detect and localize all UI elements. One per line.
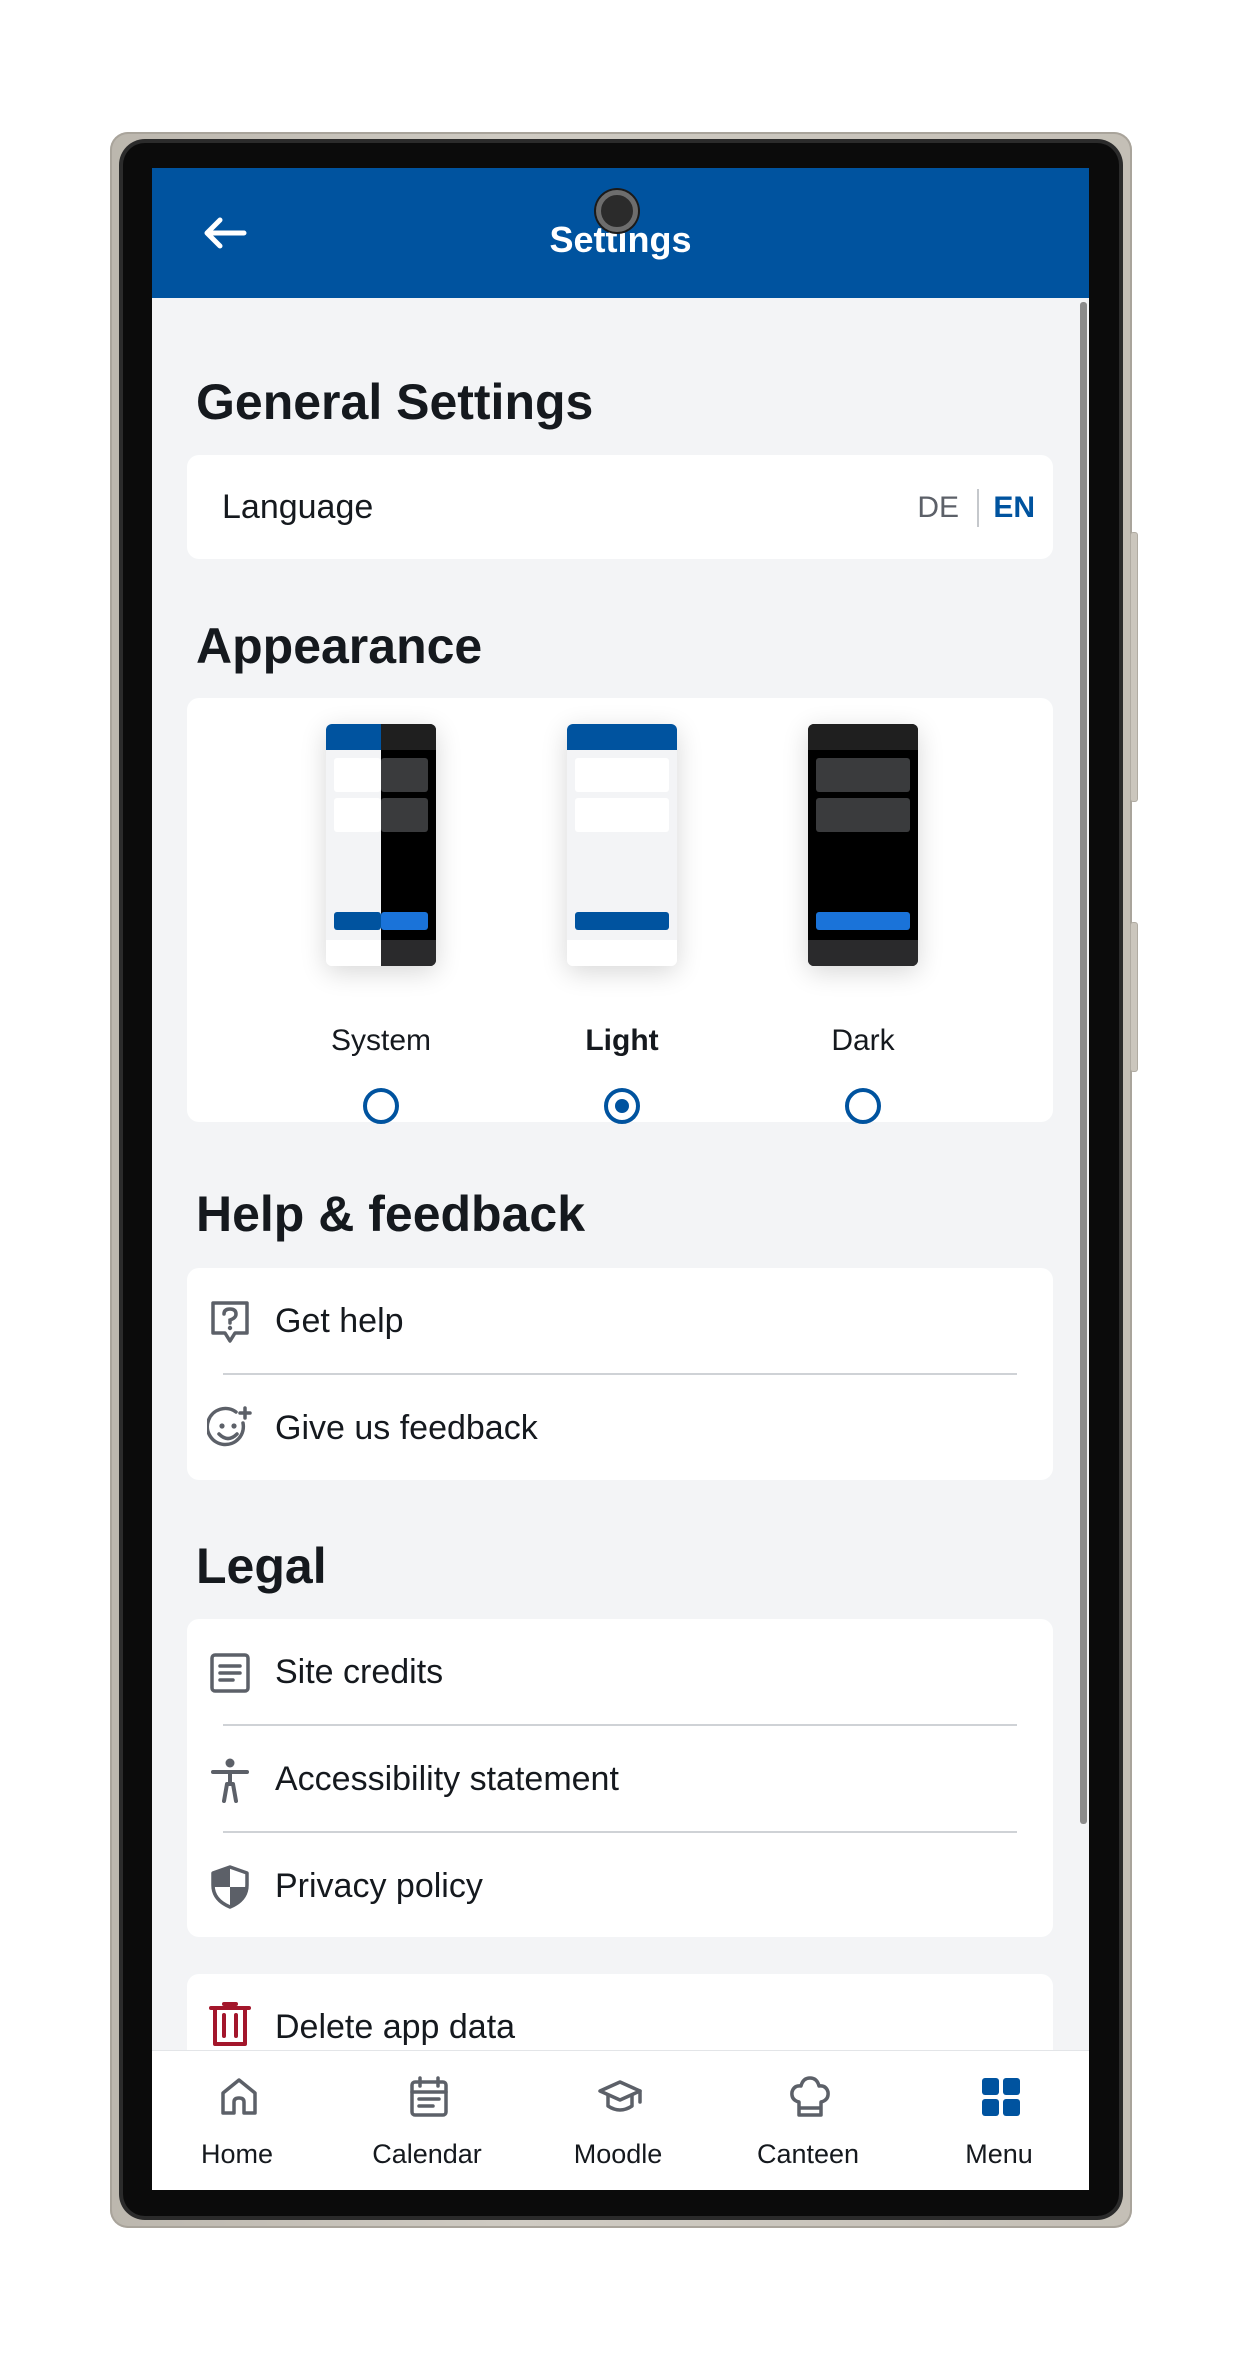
graduation-cap-icon	[598, 2080, 642, 2112]
nav-menu-label: Menu	[965, 2139, 1033, 2169]
help-heading: Help & feedback	[196, 1186, 586, 1242]
nav-canteen[interactable]: Canteen	[723, 2051, 893, 2190]
nav-calendar[interactable]: Calendar	[342, 2051, 512, 2190]
theme-radio-light[interactable]	[604, 1088, 640, 1124]
nav-moodle-label: Moodle	[573, 2139, 663, 2169]
light-theme-preview	[567, 724, 677, 966]
theme-radio-system[interactable]	[363, 1088, 399, 1124]
site-credits-label: Site credits	[275, 1653, 444, 1691]
delete-app-data-label: Delete app data	[275, 2008, 516, 2046]
theme-label-light: Light	[585, 1024, 659, 1057]
nav-menu[interactable]: Menu	[914, 2051, 1084, 2190]
language-option-en[interactable]: EN	[993, 488, 1035, 528]
nav-moodle[interactable]: Moodle	[533, 2051, 703, 2190]
shield-icon	[211, 1864, 249, 1909]
legal-card: Site credits Accessibility statement Pri…	[187, 1619, 1053, 1937]
front-camera	[596, 190, 638, 232]
feedback-label: Give us feedback	[275, 1409, 538, 1447]
accessibility-icon	[211, 1758, 249, 1803]
nav-calendar-label: Calendar	[372, 2139, 482, 2169]
site-credits-row[interactable]: Site credits	[187, 1619, 1053, 1726]
scrollbar[interactable]	[1080, 302, 1087, 1824]
document-icon	[210, 1652, 250, 1693]
privacy-row[interactable]: Privacy policy	[187, 1833, 1053, 1940]
app-screen: Settings General Settings Language DE EN…	[152, 168, 1089, 2190]
accessibility-row[interactable]: Accessibility statement	[187, 1726, 1053, 1833]
bottom-navigation: Home Calendar Moodle Canteen Menu	[152, 2050, 1089, 2190]
nav-home[interactable]: Home	[152, 2051, 322, 2190]
grid-icon	[982, 2078, 1020, 2116]
general-settings-heading: General Settings	[196, 374, 594, 430]
volume-button	[1130, 532, 1138, 802]
power-button	[1130, 922, 1138, 1072]
language-separator	[977, 489, 979, 527]
help-card: Get help Give us feedback	[187, 1268, 1053, 1480]
feedback-row[interactable]: Give us feedback	[187, 1375, 1053, 1482]
language-label: Language	[222, 488, 374, 526]
theme-label-dark: Dark	[831, 1024, 895, 1057]
chef-hat-icon	[790, 2076, 830, 2117]
appearance-card: System Light Dark	[187, 698, 1053, 1124]
feedback-icon	[207, 1405, 252, 1446]
dark-theme-preview	[808, 724, 918, 966]
legal-heading: Legal	[196, 1538, 327, 1594]
get-help-row[interactable]: Get help	[187, 1268, 1053, 1375]
nav-canteen-label: Canteen	[756, 2139, 860, 2169]
home-icon	[221, 2078, 257, 2115]
app-bar: Settings	[152, 168, 1089, 298]
nav-home-label: Home	[200, 2139, 274, 2169]
theme-radio-dark[interactable]	[845, 1088, 881, 1124]
appearance-heading: Appearance	[196, 618, 483, 674]
language-option-de[interactable]: DE	[917, 488, 959, 528]
privacy-label: Privacy policy	[275, 1867, 483, 1905]
trash-icon	[209, 2002, 251, 2046]
calendar-icon	[410, 2076, 448, 2117]
accessibility-label: Accessibility statement	[275, 1760, 619, 1798]
help-icon	[211, 1300, 249, 1343]
system-theme-preview	[326, 724, 436, 966]
get-help-label: Get help	[275, 1302, 404, 1340]
theme-label-system: System	[330, 1024, 432, 1057]
language-card: Language DE EN	[187, 455, 1053, 559]
